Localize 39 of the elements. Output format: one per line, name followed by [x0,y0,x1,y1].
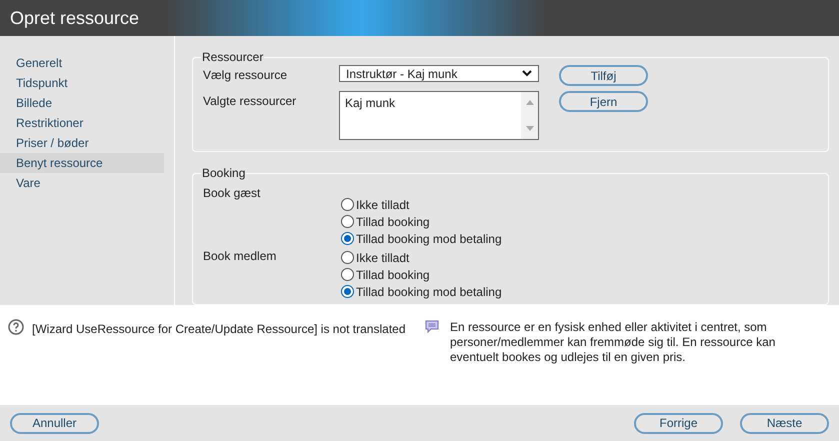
radio-button[interactable] [341,232,354,245]
radio-label: Ikke tilladt [356,250,410,266]
field-label: Vælg ressource [203,67,288,84]
cancel-button[interactable]: Annuller [10,412,99,434]
radio-button[interactable] [341,198,354,211]
resource-select[interactable]: Instruktør - Kaj munk [339,65,539,82]
field-label: Book medlem [203,248,278,265]
sidebar-item[interactable]: Vare [0,173,164,193]
help-message: [Wizard UseRessource for Create/Update Ressource] is not translated [32,321,406,338]
selected-resources-list[interactable]: Kaj munk [339,91,539,140]
field-label: Book gæst [203,185,262,202]
radio-button[interactable] [341,251,354,264]
panel-legend: Ressourcer [201,48,264,66]
window-title: Opret ressource [10,6,140,30]
radio-button[interactable] [341,215,354,228]
radio-label: Ikke tilladt [356,196,410,214]
radio-button[interactable] [341,285,354,298]
radio-button[interactable] [341,268,354,281]
field-label: Valgte ressourcer [203,93,298,110]
sidebar-item[interactable]: Priser / bøder [0,133,164,153]
action-button[interactable]: Fjern [559,91,648,112]
help-description: En ressource er en fysisk enhed eller aktivitet i centret, som personer/medlemmer kan fremmøde sig til. En ressource kan eventuelt bookes og udlejes til en given pris. [450,320,776,365]
speech-bubble-icon [424,319,440,334]
back-button[interactable]: Forrige [634,412,723,434]
list-item[interactable]: Kaj munk [345,94,516,112]
action-button[interactable]: Tilføj [559,65,648,86]
radio-label: Tillad booking mod betaling [356,284,502,300]
radio-label: Tillad booking [356,214,430,230]
chevron-down-icon [522,70,532,77]
sidebar-item[interactable]: Restriktioner [0,113,164,133]
radio-label: Tillad booking mod betaling [356,230,502,248]
sidebar-item[interactable]: Benyt ressource [0,153,164,173]
panel-legend: Booking [201,164,246,182]
help-icon [8,319,24,335]
sidebar-item[interactable]: Billede [0,93,164,113]
sidebar-item[interactable]: Tidspunkt [0,73,164,93]
next-button[interactable]: Næste [740,412,829,434]
radio-label: Tillad booking [356,266,430,284]
sidebar-item[interactable]: Generelt [0,53,164,73]
